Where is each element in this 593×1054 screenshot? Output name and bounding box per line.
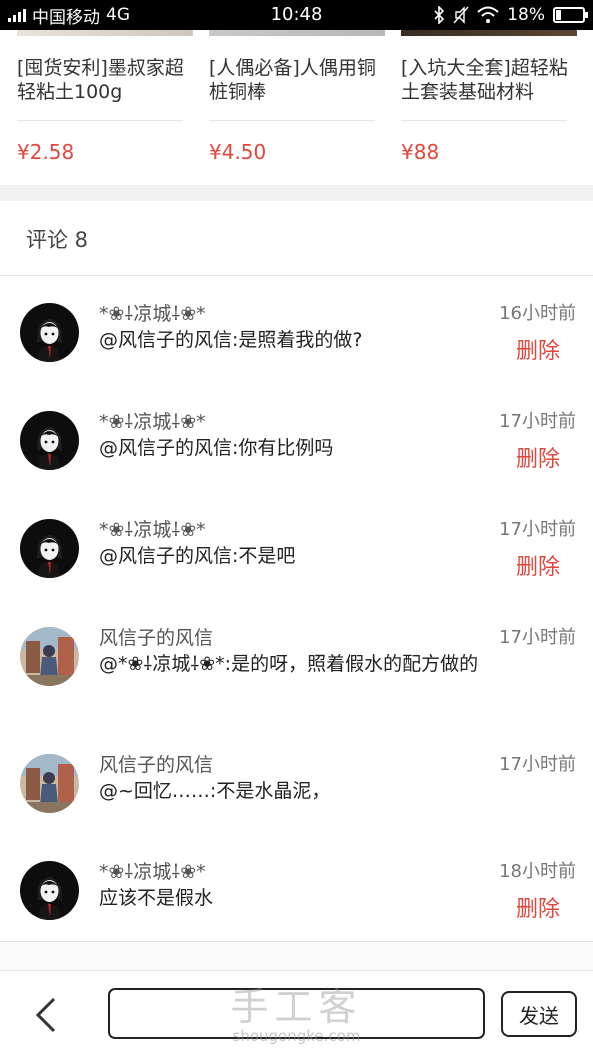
comment-time: 17小时前 (499, 627, 576, 648)
comment-author[interactable]: *❀⸸凉城⸸❀* (99, 299, 206, 326)
comment-time: 18小时前 (499, 861, 576, 882)
back-button[interactable] (26, 993, 66, 1037)
chevron-left-icon (35, 997, 56, 1033)
battery-icon (553, 7, 588, 23)
product-price: ¥88 (401, 140, 440, 164)
comment-time: 17小时前 (499, 519, 576, 540)
battery-percent: 18% (507, 5, 545, 25)
comment-bar: 手工客 shougongke.com 发送 (0, 970, 593, 1054)
product-title[interactable]: [囤货安利]墨叔家超轻粘土100g (17, 56, 193, 104)
product-thumbnail[interactable] (209, 30, 385, 36)
comment-input[interactable] (108, 988, 485, 1039)
comment-author[interactable]: 风信子的风信 (99, 750, 213, 777)
comment-time: 17小时前 (499, 754, 576, 775)
bluetooth-icon (434, 6, 445, 24)
product-card[interactable]: [囤货安利]墨叔家超轻粘土100g ¥2.58 (17, 30, 193, 185)
comment-text: @风信子的风信:你有比例吗 (99, 437, 334, 459)
avatar[interactable] (20, 411, 79, 470)
divider (0, 275, 593, 276)
status-bar: 中国移动 4G 10:48 18% (0, 0, 593, 30)
product-price: ¥2.58 (17, 140, 75, 164)
product-title[interactable]: [人偶必备]人偶用铜桩铜棒 (209, 56, 385, 104)
comment-text: @风信子的风信:不是吧 (99, 545, 296, 567)
product-thumbnail[interactable] (17, 30, 193, 36)
section-gap (0, 185, 593, 201)
comment-time: 16小时前 (499, 303, 576, 324)
comment-text: 应该不是假水 (99, 887, 214, 909)
divider (401, 120, 567, 121)
avatar[interactable] (20, 627, 79, 686)
comments-count-heading: 评论 8 (26, 228, 89, 252)
section-gap (0, 942, 593, 970)
delete-button[interactable]: 删除 (516, 333, 560, 365)
delete-button[interactable]: 删除 (516, 441, 560, 473)
comment-text: @风信子的风信:是照着我的做? (99, 329, 363, 351)
product-title[interactable]: [入坑大全套]超轻粘土套装基础材料 (401, 56, 577, 104)
comment-text: @~回忆……:不是水晶泥， (99, 780, 331, 802)
comment-text: @*❀⸸凉城⸸❀*:是的呀，照着假水的配方做的 (99, 653, 479, 675)
avatar[interactable] (20, 303, 79, 362)
delete-button[interactable]: 删除 (516, 891, 560, 923)
comment-author[interactable]: *❀⸸凉城⸸❀* (99, 857, 206, 884)
product-card[interactable]: [人偶必备]人偶用铜桩铜棒 ¥4.50 (209, 30, 385, 185)
comment-time: 17小时前 (499, 411, 576, 432)
comment-author[interactable]: *❀⸸凉城⸸❀* (99, 407, 206, 434)
send-button[interactable]: 发送 (501, 991, 577, 1037)
product-thumbnail[interactable] (401, 30, 577, 36)
wifi-icon (477, 6, 499, 23)
delete-button[interactable]: 删除 (516, 549, 560, 581)
product-price: ¥4.50 (209, 140, 267, 164)
mute-icon (453, 6, 469, 24)
comment-author[interactable]: 风信子的风信 (99, 623, 213, 650)
avatar[interactable] (20, 519, 79, 578)
avatar[interactable] (20, 754, 79, 813)
status-right: 18% (433, 0, 588, 30)
avatar[interactable] (20, 861, 79, 920)
divider (209, 120, 375, 121)
related-products: [囤货安利]墨叔家超轻粘土100g ¥2.58 [人偶必备]人偶用铜桩铜棒 ¥4… (0, 30, 593, 185)
comment-author[interactable]: *❀⸸凉城⸸❀* (99, 515, 206, 542)
divider (17, 120, 183, 121)
product-card[interactable]: [入坑大全套]超轻粘土套装基础材料 ¥88 (401, 30, 577, 185)
